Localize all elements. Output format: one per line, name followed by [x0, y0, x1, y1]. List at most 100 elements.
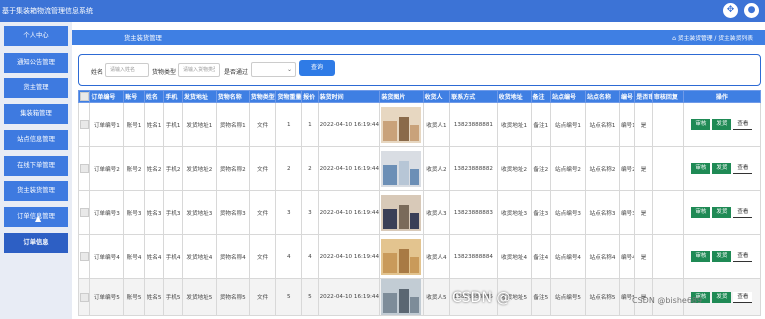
table-cell: 姓名1: [143, 102, 165, 147]
ship-button[interactable]: 发货: [712, 119, 732, 130]
loading-photo-cell: [379, 190, 424, 235]
row-checkbox[interactable]: [80, 252, 89, 261]
column-header[interactable]: 备注: [530, 90, 552, 103]
row-actions: 审核 发货 查看: [682, 234, 762, 279]
row-select-cell[interactable]: [77, 278, 91, 316]
column-header[interactable]: 发货地址: [181, 90, 217, 103]
view-button[interactable]: 查看: [733, 251, 753, 262]
table-row: 订单编号3 账号3 姓名3 手机3 发货地址3 货物名称3 文件 3 3 2022-04-10 1…: [77, 190, 762, 235]
row-checkbox[interactable]: [80, 208, 89, 217]
audit-button[interactable]: 审核: [691, 119, 711, 130]
column-header[interactable]: 账号: [123, 90, 145, 103]
loading-photo-cell: [379, 278, 424, 316]
sidebar-item-containers[interactable]: 集装箱管理: [4, 104, 68, 124]
select-all-checkbox[interactable]: [80, 92, 89, 101]
table-cell: 订单编号4: [89, 234, 125, 279]
view-button[interactable]: 查看: [733, 291, 753, 303]
table-cell: 编号2: [618, 146, 636, 191]
column-header[interactable]: 货物重量: [275, 90, 303, 103]
column-header[interactable]: 装货图片: [379, 90, 424, 103]
row-select-cell[interactable]: [77, 146, 91, 191]
column-header[interactable]: 收货地址: [496, 90, 532, 103]
row-select-cell[interactable]: [77, 234, 91, 279]
table-cell: 手机2: [163, 146, 183, 191]
table-cell: 编号4: [618, 234, 636, 279]
table-cell: 站点编号4: [550, 234, 586, 279]
table-cell: 发货地址1: [181, 102, 217, 147]
column-header[interactable]: 是否审核: [634, 90, 653, 103]
table-cell: 3: [301, 190, 319, 235]
table-cell: [651, 234, 684, 279]
table-cell: 是: [634, 102, 653, 147]
column-header[interactable]: 审核回复: [651, 90, 684, 103]
table-cell: 货物名称4: [215, 234, 250, 279]
table-cell: 手机1: [163, 102, 183, 147]
name-search-input[interactable]: [105, 63, 149, 77]
column-header[interactable]: 收货人: [422, 90, 451, 103]
column-header[interactable]: 报价: [301, 90, 319, 103]
ship-button[interactable]: 发货: [712, 163, 732, 174]
column-header[interactable]: 货物类型: [248, 90, 277, 103]
sidebar-item-shipper-loading[interactable]: 货主装货管理: [4, 181, 68, 201]
search-button[interactable]: 查询: [299, 60, 335, 76]
table-cell: 订单编号1: [89, 102, 125, 147]
table-cell: 站点编号1: [550, 102, 586, 147]
table-cell: 2: [301, 146, 319, 191]
column-header[interactable]: 姓名: [143, 90, 165, 103]
sidebar-item-shippers[interactable]: 货主管理: [4, 78, 68, 98]
ship-button[interactable]: 发货: [712, 291, 732, 303]
table-cell: 发货地址2: [181, 146, 217, 191]
column-header[interactable]: 站点名称: [585, 90, 620, 103]
table-cell: 4: [275, 234, 303, 279]
view-button[interactable]: 查看: [733, 119, 753, 130]
table-cell: 订单编号5: [89, 278, 125, 316]
table-cell: 站点编号2: [550, 146, 586, 191]
column-header[interactable]: 货物名称: [215, 90, 250, 103]
type-search-input[interactable]: [178, 63, 220, 77]
search-panel: 姓名 货物类型 是否通过 ⌄ 查询: [78, 54, 761, 86]
passed-select[interactable]: ⌄: [251, 62, 296, 77]
ship-button[interactable]: 发货: [712, 251, 732, 262]
audit-button[interactable]: 审核: [691, 251, 711, 262]
table-cell: 备注1: [530, 102, 552, 147]
select-all-header[interactable]: [77, 90, 91, 103]
row-checkbox[interactable]: [80, 164, 89, 173]
page-title: 货主装货管理: [124, 35, 162, 42]
table-cell: 账号4: [123, 234, 145, 279]
table-cell: 发货地址5: [181, 278, 217, 316]
view-button[interactable]: 查看: [733, 163, 753, 174]
audit-button[interactable]: 审核: [691, 163, 711, 174]
type-label: 货物类型: [152, 69, 177, 76]
row-checkbox[interactable]: [80, 120, 89, 129]
column-header[interactable]: 手机: [163, 90, 183, 103]
row-select-cell[interactable]: [77, 190, 91, 235]
home-icon[interactable]: ⌂: [672, 35, 676, 42]
view-button[interactable]: 查看: [733, 207, 753, 218]
table-cell: 备注4: [530, 234, 552, 279]
table-cell: 货物名称2: [215, 146, 250, 191]
sidebar-item-personal-center[interactable]: 个人中心: [4, 26, 68, 46]
breadcrumb-path[interactable]: 货主装货管理 / 货主装货列表: [678, 36, 753, 42]
table-cell: 2022-04-10 16:19:44: [317, 102, 381, 147]
table-cell: 13823888882: [449, 146, 498, 191]
column-header[interactable]: 编号: [618, 90, 636, 103]
audit-button[interactable]: 审核: [691, 207, 711, 218]
row-checkbox[interactable]: [80, 292, 89, 302]
column-header[interactable]: 联系方式: [449, 90, 498, 103]
sidebar-item-online-orders[interactable]: 在线下单管理: [4, 156, 68, 176]
dashboard-icon[interactable]: ✥: [723, 3, 738, 18]
sidebar-item-order-info[interactable]: 订单信息: [4, 233, 68, 253]
sidebar-item-stations[interactable]: 站点信息管理: [4, 130, 68, 150]
user-icon[interactable]: ●: [744, 3, 759, 18]
column-header: 操作: [682, 90, 762, 103]
table-cell: 站点名称1: [585, 102, 620, 147]
table-cell: 2022-04-10 16:19:44: [317, 190, 381, 235]
sidebar-item-notices[interactable]: 通知公告管理: [4, 53, 68, 73]
column-header[interactable]: 订单编号: [89, 90, 125, 103]
column-header[interactable]: 站点编号: [550, 90, 586, 103]
row-select-cell[interactable]: [77, 102, 91, 147]
table-cell: 1: [275, 102, 303, 147]
table-row: 订单编号2 账号2 姓名2 手机2 发货地址2 货物名称2 文件 2 2 2022-04-10 1…: [77, 146, 762, 191]
column-header[interactable]: 装货时间: [317, 90, 381, 103]
ship-button[interactable]: 发货: [712, 207, 732, 218]
